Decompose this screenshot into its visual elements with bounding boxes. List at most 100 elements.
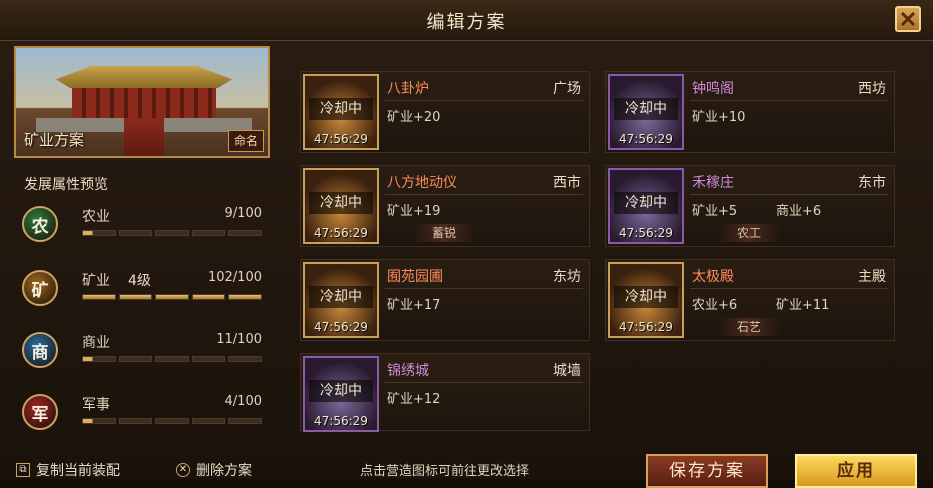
building-name: 钟鸣阁 (692, 81, 734, 97)
progress-segment (155, 294, 189, 300)
cooldown-label: 冷却中 (309, 380, 373, 402)
building-card[interactable]: 冷却中 47:56:29 钟鸣阁 西坊 矿业+10 (605, 71, 895, 153)
building-name: 囿苑园圃 (387, 269, 443, 285)
attribute-badge-icon: 军 (22, 394, 58, 430)
palace-roof (56, 66, 232, 88)
attribute-value: 9/100 (224, 206, 262, 221)
progress-segment (228, 230, 262, 236)
cooldown-label: 冷却中 (614, 98, 678, 120)
attribute-value: 11/100 (216, 332, 262, 347)
building-stat: 矿业+19 (387, 204, 441, 219)
cooldown-timer: 47:56:29 (619, 320, 673, 334)
attribute-progress-bar (82, 356, 262, 362)
progress-segment (191, 294, 226, 300)
attribute-row: 矿 矿业 4级 102/100 (22, 264, 270, 320)
delete-scheme-option[interactable]: ✕ 删除方案 (176, 460, 252, 480)
building-icon[interactable]: 冷却中 47:56:29 (303, 168, 379, 244)
progress-segment (155, 230, 189, 236)
delete-label: 删除方案 (196, 463, 252, 479)
building-icon[interactable]: 冷却中 47:56:29 (608, 262, 684, 338)
card-divider (385, 382, 583, 383)
attribute-value: 4/100 (224, 394, 262, 409)
building-stat: 农业+6 (692, 298, 738, 313)
attribute-value: 102/100 (207, 270, 262, 285)
building-card[interactable]: 冷却中 47:56:29 八卦炉 广场 矿业+20 (300, 71, 590, 153)
progress-segment (155, 356, 189, 362)
cooldown-timer: 47:56:29 (619, 132, 673, 146)
progress-segment (228, 356, 262, 362)
building-stat: 矿业+5 (692, 204, 738, 219)
attribute-name: 农业 (82, 209, 110, 225)
building-icon[interactable]: 冷却中 47:56:29 (303, 356, 379, 432)
card-divider (690, 288, 888, 289)
building-card[interactable]: 冷却中 47:56:29 囿苑园圃 东坊 矿业+17 (300, 259, 590, 341)
card-divider (385, 288, 583, 289)
edit-scheme-window: 编辑方案 矿业方案 命名 发展属性预览 农 农业 9/100 矿 矿业 4级 1… (0, 0, 933, 488)
cooldown-timer: 47:56:29 (314, 226, 368, 240)
building-location: 城墙 (553, 363, 581, 379)
apply-button[interactable]: 应用 (795, 454, 917, 488)
progress-segment (191, 230, 226, 236)
cooldown-label: 冷却中 (614, 192, 678, 214)
rename-button[interactable]: 命名 (228, 130, 264, 152)
cooldown-timer: 47:56:29 (619, 226, 673, 240)
progress-segment (118, 356, 153, 362)
building-location: 东坊 (553, 269, 581, 285)
title-bar: 编辑方案 (0, 0, 933, 41)
attribute-row: 商 商业 11/100 (22, 326, 270, 382)
building-name: 禾稼庄 (692, 175, 734, 191)
building-stat: 商业+6 (776, 204, 822, 219)
building-tag: 蓄锐 (413, 224, 475, 242)
hint-text: 点击营造图标可前往更改选择 (360, 464, 530, 479)
building-name: 八方地动仪 (387, 175, 457, 191)
copy-label: 复制当前装配 (36, 463, 120, 479)
building-icon[interactable]: 冷却中 47:56:29 (303, 262, 379, 338)
building-tag: 农工 (718, 224, 780, 242)
attribute-name: 军事 (82, 397, 110, 413)
cooldown-timer: 47:56:29 (314, 132, 368, 146)
progress-segment (191, 418, 226, 424)
footer: ⧉ 复制当前装配 ✕ 删除方案 点击营造图标可前往更改选择 保存方案 应用 (0, 446, 933, 488)
save-scheme-button[interactable]: 保存方案 (646, 454, 768, 488)
progress-segment (118, 418, 153, 424)
card-divider (385, 100, 583, 101)
palace-stairs (124, 118, 164, 156)
attribute-name: 商业 (82, 335, 110, 351)
progress-segment (228, 418, 262, 424)
building-stat: 矿业+10 (692, 110, 746, 125)
close-icon (900, 11, 916, 27)
attribute-name: 矿业 (82, 273, 110, 289)
progress-segment (82, 356, 116, 362)
building-card[interactable]: 冷却中 47:56:29 太极殿 主殿 农业+6 矿业+11 石艺 (605, 259, 895, 341)
cooldown-timer: 47:56:29 (314, 414, 368, 428)
building-icon[interactable]: 冷却中 47:56:29 (608, 74, 684, 150)
progress-segment (82, 230, 116, 236)
progress-segment (191, 356, 226, 362)
progress-segment (118, 230, 153, 236)
close-button[interactable] (895, 6, 921, 32)
delete-icon: ✕ (176, 463, 190, 477)
building-icon[interactable]: 冷却中 47:56:29 (303, 74, 379, 150)
building-name: 太极殿 (692, 269, 734, 285)
progress-segment (82, 418, 116, 424)
card-divider (690, 100, 888, 101)
building-stat: 矿业+20 (387, 110, 441, 125)
copy-icon: ⧉ (16, 463, 30, 477)
palace-body (72, 88, 216, 118)
building-card[interactable]: 冷却中 47:56:29 八方地动仪 西市 矿业+19 蓄锐 (300, 165, 590, 247)
card-divider (385, 194, 583, 195)
building-location: 广场 (553, 81, 581, 97)
preview-title: 发展属性预览 (24, 177, 108, 193)
building-card[interactable]: 冷却中 47:56:29 禾稼庄 东市 矿业+5 商业+6 农工 (605, 165, 895, 247)
building-name: 八卦炉 (387, 81, 429, 97)
building-stat: 矿业+11 (776, 298, 830, 313)
building-tag: 石艺 (718, 318, 780, 336)
building-card[interactable]: 冷却中 47:56:29 锦绣城 城墙 矿业+12 (300, 353, 590, 432)
progress-segment (228, 294, 262, 300)
attribute-progress-bar (82, 294, 262, 300)
progress-segment (82, 294, 116, 300)
building-location: 西坊 (858, 81, 886, 97)
copy-assembly-option[interactable]: ⧉ 复制当前装配 (16, 460, 120, 480)
cooldown-label: 冷却中 (309, 192, 373, 214)
building-icon[interactable]: 冷却中 47:56:29 (608, 168, 684, 244)
